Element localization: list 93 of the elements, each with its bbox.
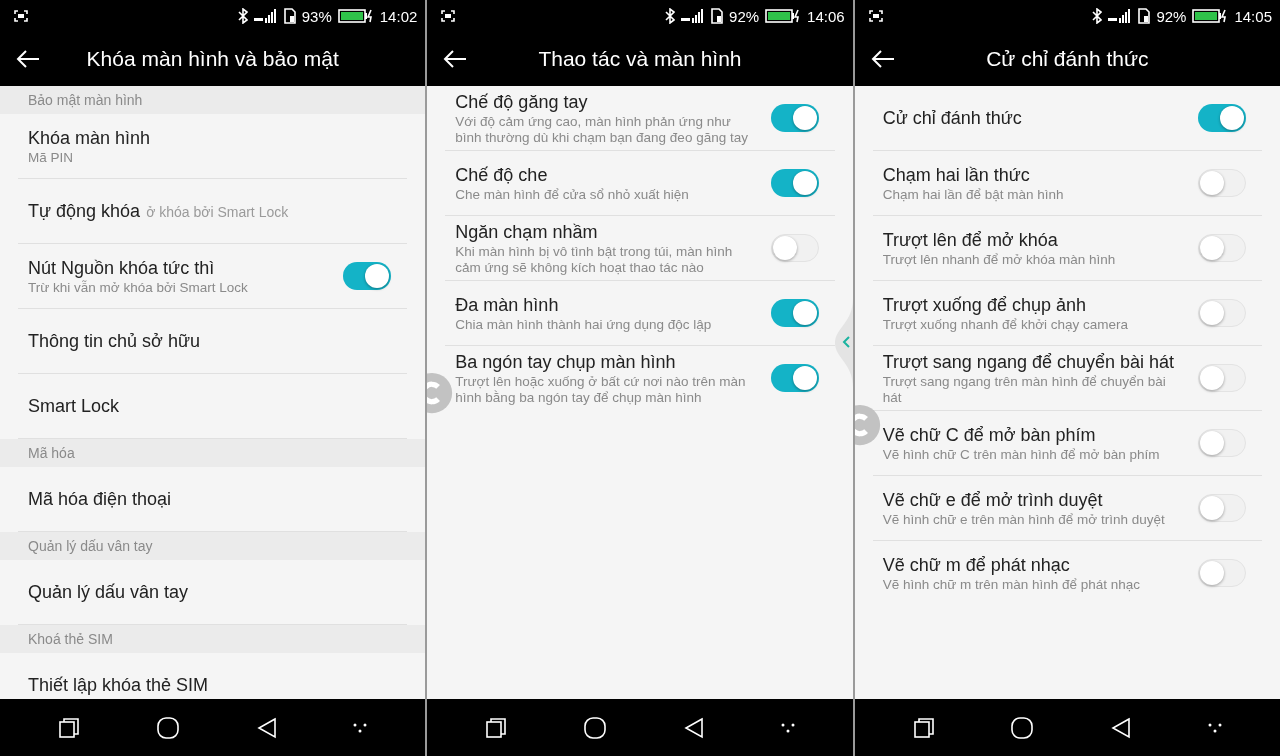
sim-card-icon	[283, 8, 296, 24]
recent-apps-icon[interactable]	[485, 716, 508, 739]
toggle-switch[interactable]	[343, 262, 392, 290]
more-dots-icon[interactable]	[1208, 722, 1223, 733]
toggle-switch[interactable]	[770, 169, 819, 197]
toggle-switch[interactable]	[1198, 559, 1246, 587]
setting-title: Ba ngón tay chụp màn hình	[455, 351, 677, 374]
toggle-switch[interactable]	[1198, 299, 1246, 327]
setting-title: Trượt xuống để chụp ảnh	[882, 294, 1087, 317]
section-header: Quản lý dấu vân tay	[28, 538, 153, 554]
section-header: Bảo mật màn hình	[28, 92, 143, 108]
setting-title[interactable]: Smart Lock	[28, 394, 120, 418]
battery-percent: 92%	[729, 7, 760, 25]
setting-title: Chế độ găng tay	[455, 91, 589, 114]
battery-charging-icon	[765, 9, 802, 23]
setting-description: Vẽ hình chữ m trên màn hình để phát nhạc	[882, 577, 1142, 593]
toggle-switch[interactable]	[770, 299, 819, 327]
setting-description: Vẽ hình chữ C trên màn hình để mở bàn phím	[882, 447, 1161, 463]
toggle-switch[interactable]	[1198, 104, 1246, 132]
faded-text: ở khóa bởi Smart Lock	[146, 204, 289, 220]
toggle-switch[interactable]	[1198, 429, 1246, 457]
signal-icon	[253, 9, 278, 23]
setting-title: Vẽ chữ m để phát nhạc	[882, 554, 1071, 577]
bluetooth-icon	[237, 8, 248, 24]
home-icon[interactable]	[155, 715, 180, 740]
recent-apps-icon[interactable]	[57, 716, 80, 739]
setting-title: Vẽ chữ e để mở trình duyệt	[882, 489, 1104, 512]
setting-title[interactable]: Mã hóa điện thoại	[28, 487, 172, 511]
back-arrow-icon[interactable]	[443, 50, 468, 68]
sim-card-icon	[711, 8, 724, 24]
screen-title: Cử chỉ đánh thức	[985, 47, 1150, 71]
setting-value: Mã PIN	[28, 150, 74, 166]
setting-description: Với độ cảm ứng cao, màn hình phản ứng như bình thường dù khi chạm bạn đang đeo găng tay	[455, 114, 749, 146]
setting-title: Cử chỉ đánh thức	[882, 107, 1023, 130]
section-header: Mã hóa	[28, 445, 75, 461]
signal-icon	[681, 9, 706, 23]
toggle-switch[interactable]	[1198, 169, 1246, 197]
toggle-switch[interactable]	[770, 364, 819, 392]
setting-title[interactable]: Thông tin chủ sở hữu	[28, 329, 200, 353]
setting-title: Ngăn chạm nhầm	[455, 221, 599, 244]
sim-card-icon	[1138, 8, 1151, 24]
clock-time: 14:02	[379, 7, 418, 25]
screenshot-icon	[868, 10, 883, 22]
bluetooth-icon	[665, 8, 676, 24]
recent-apps-icon[interactable]	[912, 716, 935, 739]
back-icon[interactable]	[682, 716, 705, 739]
setting-description: Chạm hai lần để bật màn hình	[882, 187, 1065, 203]
setting-description: Vẽ hình chữ e trên màn hình để mở trình duyệt	[882, 512, 1166, 528]
battery-charging-icon	[337, 9, 374, 23]
back-arrow-icon[interactable]	[870, 50, 895, 68]
toggle-switch[interactable]	[1198, 494, 1246, 522]
screen-title: Thao tác và màn hình	[537, 47, 743, 71]
setting-description: Trượt sang ngang trên màn hình để chuyển bài hát	[882, 374, 1167, 406]
bluetooth-icon	[1092, 8, 1103, 24]
home-icon[interactable]	[1010, 715, 1035, 740]
setting-title: Trượt lên để mở khóa	[882, 229, 1059, 252]
setting-title: Vẽ chữ C để mở bàn phím	[882, 424, 1097, 447]
setting-description: Khi màn hình bị vô tình bật trong túi, màn hình cảm ứng sẽ không kích hoạt thao tác nào	[455, 244, 734, 276]
battery-charging-icon	[1192, 9, 1229, 23]
setting-description: Trừ khi vẫn mở khóa bởi Smart Lock	[28, 280, 249, 296]
more-dots-icon[interactable]	[353, 722, 368, 733]
setting-description: Chia màn hình thành hai ứng dụng độc lập	[455, 317, 713, 333]
setting-title: Chế độ che	[455, 164, 549, 187]
toggle-switch[interactable]	[1198, 234, 1246, 262]
back-icon[interactable]	[255, 716, 278, 739]
setting-title[interactable]: Tự động khóa	[28, 199, 141, 223]
section-header: Khoá thẻ SIM	[28, 631, 113, 647]
setting-title: Nút Nguồn khóa tức thì	[28, 257, 216, 280]
toggle-switch[interactable]	[770, 104, 819, 132]
signal-icon	[1108, 9, 1133, 23]
toggle-switch[interactable]	[1198, 364, 1246, 392]
battery-percent: 93%	[301, 7, 332, 25]
screen-title: Khóa màn hình và bảo mật	[85, 47, 340, 71]
setting-title[interactable]: Thiết lập khóa thẻ SIM	[28, 673, 209, 697]
setting-title: Chạm hai lần thức	[882, 164, 1031, 187]
clock-time: 14:05	[1234, 7, 1272, 25]
battery-percent: 92%	[1156, 7, 1187, 25]
setting-title: Đa màn hình	[455, 294, 560, 317]
screenshot-icon	[441, 10, 456, 22]
screenshot-icon	[14, 10, 28, 22]
setting-description: Trượt xuống nhanh để khởi chạy camera	[882, 317, 1130, 333]
toggle-switch[interactable]	[770, 234, 819, 262]
setting-title[interactable]: Quản lý dấu vân tay	[28, 580, 189, 604]
setting-title[interactable]: Khóa màn hình	[28, 126, 151, 150]
back-arrow-icon[interactable]	[16, 50, 40, 68]
setting-title: Trượt sang ngang để chuyển bài hát	[882, 351, 1176, 374]
home-icon[interactable]	[583, 715, 608, 740]
back-icon[interactable]	[1110, 716, 1133, 739]
setting-description: Che màn hình để cửa sổ nhỏ xuất hiện	[455, 187, 690, 203]
clock-time: 14:06	[807, 7, 845, 25]
more-dots-icon[interactable]	[780, 722, 795, 733]
setting-description: Trượt lên hoặc xuống ở bất cứ nơi nào trên màn hình bằng ba ngón tay để chụp màn hình	[455, 374, 747, 406]
setting-description: Trượt lên nhanh để mở khóa màn hình	[882, 252, 1117, 268]
